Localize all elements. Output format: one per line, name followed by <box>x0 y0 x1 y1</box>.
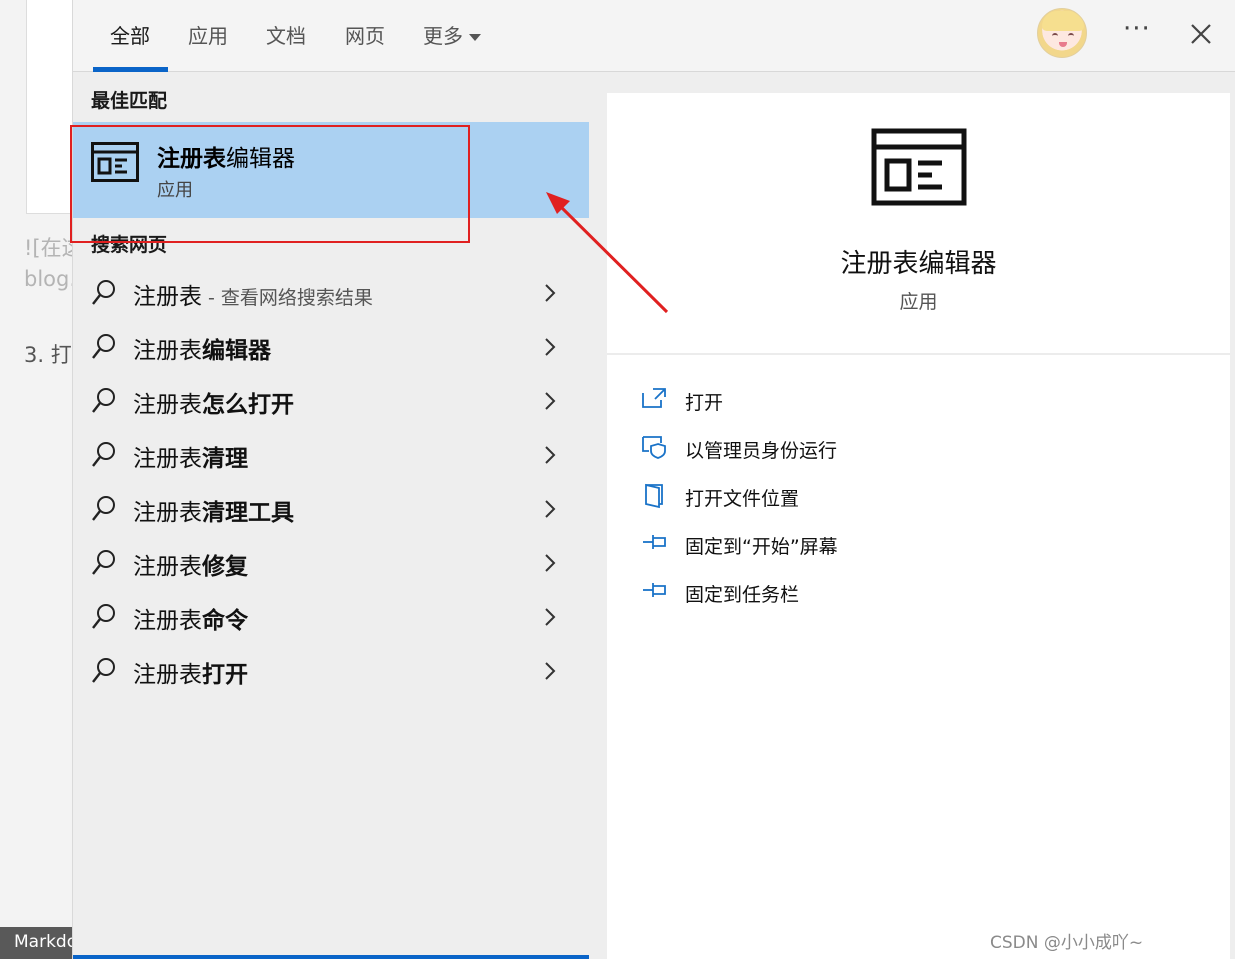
search-icon <box>92 280 115 305</box>
chevron-right-icon[interactable] <box>543 336 557 358</box>
chevron-right-icon[interactable] <box>543 606 557 628</box>
search-icon <box>92 442 115 467</box>
web-search-item[interactable]: 注册表清理 <box>73 429 589 483</box>
web-search-item-label: 注册表修复 <box>133 554 248 580</box>
action-pin-to-start[interactable]: 固定到“开始”屏幕 <box>641 527 1201 567</box>
web-search-item[interactable]: 注册表编辑器 <box>73 321 589 375</box>
registry-editor-large-icon <box>871 128 967 206</box>
detail-app-type: 应用 <box>899 291 938 313</box>
action-pin-to-start-label: 固定到“开始”屏幕 <box>685 536 838 558</box>
search-icon <box>92 604 115 629</box>
action-pin-to-taskbar-label: 固定到任务栏 <box>685 584 800 606</box>
web-search-item-label: 注册表编辑器 <box>133 338 271 364</box>
action-open[interactable]: 打开 <box>641 383 1201 423</box>
best-match-heading: 最佳匹配 <box>91 90 168 112</box>
pin-icon <box>643 583 666 597</box>
web-search-item-label: 注册表清理工具 <box>133 500 294 526</box>
search-icon <box>92 550 115 575</box>
csdn-watermark: CSDN @小小成吖~ <box>990 933 1144 953</box>
web-search-item[interactable]: 注册表打开 <box>73 645 589 699</box>
web-search-item-label: 注册表怎么打开 <box>133 392 294 418</box>
web-search-item-label: 注册表命令 <box>133 608 248 634</box>
caret-down-icon <box>469 34 481 41</box>
markdown-tag: Markdo <box>0 927 72 959</box>
chevron-right-icon[interactable] <box>543 498 557 520</box>
more-options-icon[interactable]: ··· <box>1123 14 1151 44</box>
shield-admin-icon <box>642 436 666 459</box>
search-icon <box>92 658 115 683</box>
detail-pane: 注册表编辑器 应用 打开 以管理员身份运行 打开文件位置 固定到“开始”屏幕 固… <box>607 93 1230 959</box>
background-editor: ![在这 blog. 3. 打 Markdo <box>0 0 78 959</box>
web-search-item[interactable]: 注册表 - 查看网络搜索结果 <box>73 267 589 321</box>
chevron-right-icon[interactable] <box>543 390 557 412</box>
editor-snippet-3: 3. 打 <box>24 343 72 367</box>
detail-app-name: 注册表编辑器 <box>840 249 997 279</box>
chevron-right-icon[interactable] <box>543 552 557 574</box>
web-search-item[interactable]: 注册表怎么打开 <box>73 375 589 429</box>
web-search-item-label: 注册表 - 查看网络搜索结果 <box>133 284 373 310</box>
chevron-right-icon[interactable] <box>543 660 557 682</box>
user-avatar[interactable] <box>1037 8 1087 58</box>
pin-icon <box>643 535 666 549</box>
active-tab-indicator <box>93 67 168 72</box>
web-search-item[interactable]: 注册表清理工具 <box>73 483 589 537</box>
search-icon <box>92 388 115 413</box>
open-icon <box>642 388 666 408</box>
action-run-as-admin[interactable]: 以管理员身份运行 <box>641 431 1201 471</box>
search-icon <box>92 496 115 521</box>
tab-web[interactable]: 网页 <box>345 20 385 49</box>
detail-hero: 注册表编辑器 应用 <box>607 93 1230 355</box>
tab-more-label: 更多 <box>423 24 463 48</box>
action-open-file-location-label: 打开文件位置 <box>685 488 800 510</box>
editor-snippet-2: blog. <box>24 267 72 291</box>
file-location-icon <box>645 483 663 509</box>
tab-documents[interactable]: 文档 <box>266 20 306 49</box>
web-search-item-label: 注册表打开 <box>133 662 248 688</box>
web-search-item-label: 注册表清理 <box>133 446 248 472</box>
chevron-right-icon[interactable] <box>543 282 557 304</box>
chevron-right-icon[interactable] <box>543 444 557 466</box>
web-search-item[interactable]: 注册表命令 <box>73 591 589 645</box>
close-icon[interactable] <box>1187 20 1215 48</box>
search-tabs-bar: 全部 应用 文档 网页 更多 ··· <box>73 0 1235 72</box>
action-open-file-location[interactable]: 打开文件位置 <box>641 479 1201 519</box>
action-pin-to-taskbar[interactable]: 固定到任务栏 <box>641 575 1201 615</box>
action-run-as-admin-label: 以管理员身份运行 <box>685 440 838 462</box>
web-search-item[interactable]: 注册表修复 <box>73 537 589 591</box>
annotation-highlight-box <box>70 125 470 243</box>
tab-more[interactable]: 更多 <box>423 20 481 49</box>
action-open-label: 打开 <box>685 392 724 414</box>
search-icon <box>92 334 115 359</box>
bottom-accent-bar <box>73 955 589 959</box>
editor-snippet-1: ![在这 <box>24 236 72 260</box>
tab-all[interactable]: 全部 <box>110 20 150 49</box>
search-panel: 全部 应用 文档 网页 更多 ··· 最佳匹配 注册表编辑器 应用 搜索网页 注… <box>70 0 1235 959</box>
tab-apps[interactable]: 应用 <box>188 20 228 49</box>
